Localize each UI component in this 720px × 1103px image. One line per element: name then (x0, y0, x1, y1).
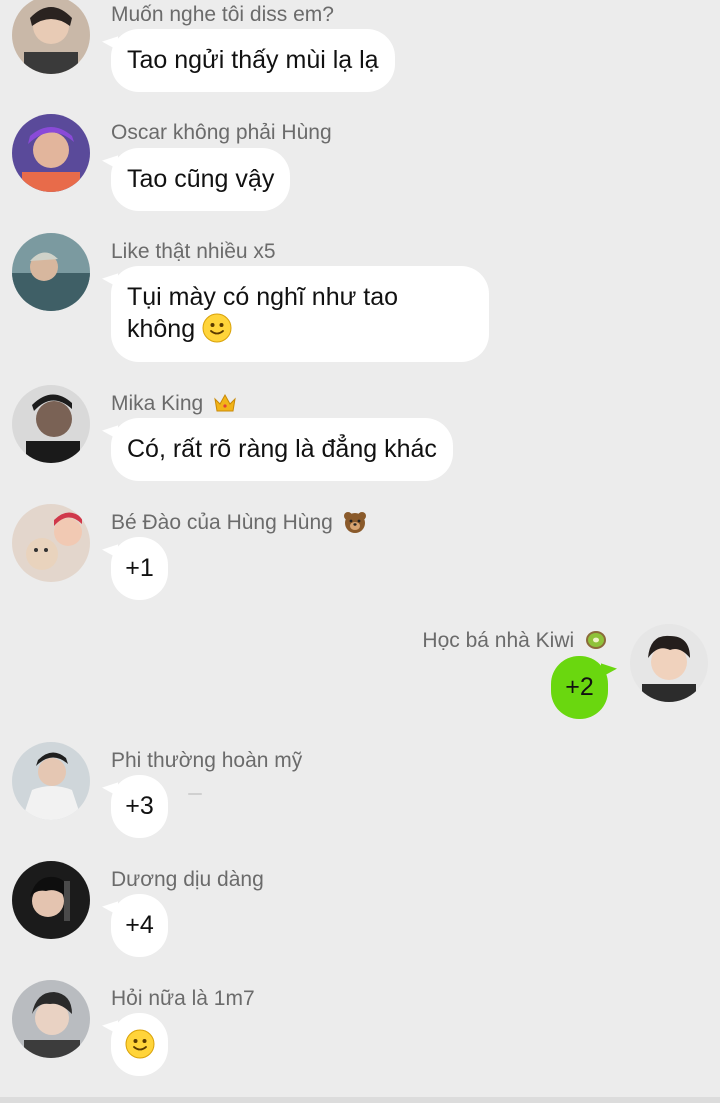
avatar[interactable] (12, 504, 90, 582)
sender-name: Học bá nhà Kiwi (422, 628, 608, 654)
message-text-line: không (127, 313, 473, 345)
sender-name: Oscar không phải Hùng (111, 121, 332, 144)
bear-face-icon (343, 510, 367, 534)
message-text: +3 (125, 792, 154, 820)
message-text: +4 (125, 911, 154, 939)
message-bubble[interactable]: +3 (111, 775, 168, 838)
bottom-edge (0, 1097, 720, 1103)
avatar[interactable] (12, 114, 90, 192)
avatar[interactable] (630, 624, 708, 702)
message-text: +1 (125, 554, 154, 582)
message-bubble[interactable]: +2 (551, 656, 608, 719)
kiwi-icon (584, 628, 608, 652)
sender-name: Hỏi nữa là 1m7 (111, 987, 255, 1010)
avatar[interactable] (12, 233, 90, 311)
message-text: Tao ngửi thấy mùi lạ lạ (127, 46, 379, 74)
crown-icon (213, 391, 237, 415)
message-text: Có, rất rõ ràng là đẳng khác (127, 435, 437, 463)
slightly-smiling-face-icon (125, 1029, 155, 1059)
sender-name: Phi thường hoàn mỹ (111, 749, 303, 772)
message-bubble[interactable]: Tụi mày có nghĩ như tao không (111, 266, 489, 362)
sender-name: Dương dịu dàng (111, 868, 264, 891)
message-text-line: Tụi mày có nghĩ như tao (127, 283, 399, 311)
sender-name: Mika King (111, 391, 237, 417)
sender-name: Bé Đào của Hùng Hùng (111, 510, 367, 536)
message-bubble[interactable]: Có, rất rõ ràng là đẳng khác (111, 418, 453, 481)
divider (188, 793, 202, 795)
sender-name: Muốn nghe tôi diss em? (111, 3, 334, 26)
message-bubble[interactable]: +1 (111, 537, 168, 600)
slightly-smiling-face-icon (202, 313, 232, 343)
sender-name: Like thật nhiều x5 (111, 240, 276, 263)
message-bubble[interactable]: +4 (111, 894, 168, 957)
message-bubble[interactable] (111, 1013, 168, 1076)
chat-thread: Muốn nghe tôi diss em? Tao ngửi thấy mùi… (0, 0, 720, 1103)
avatar[interactable] (12, 742, 90, 820)
avatar[interactable] (12, 861, 90, 939)
avatar[interactable] (12, 0, 90, 74)
avatar[interactable] (12, 980, 90, 1058)
message-bubble[interactable]: Tao ngửi thấy mùi lạ lạ (111, 29, 395, 92)
avatar[interactable] (12, 385, 90, 463)
message-text: +2 (565, 673, 594, 701)
message-bubble[interactable]: Tao cũng vậy (111, 148, 291, 211)
message-text: Tao cũng vậy (127, 165, 275, 193)
